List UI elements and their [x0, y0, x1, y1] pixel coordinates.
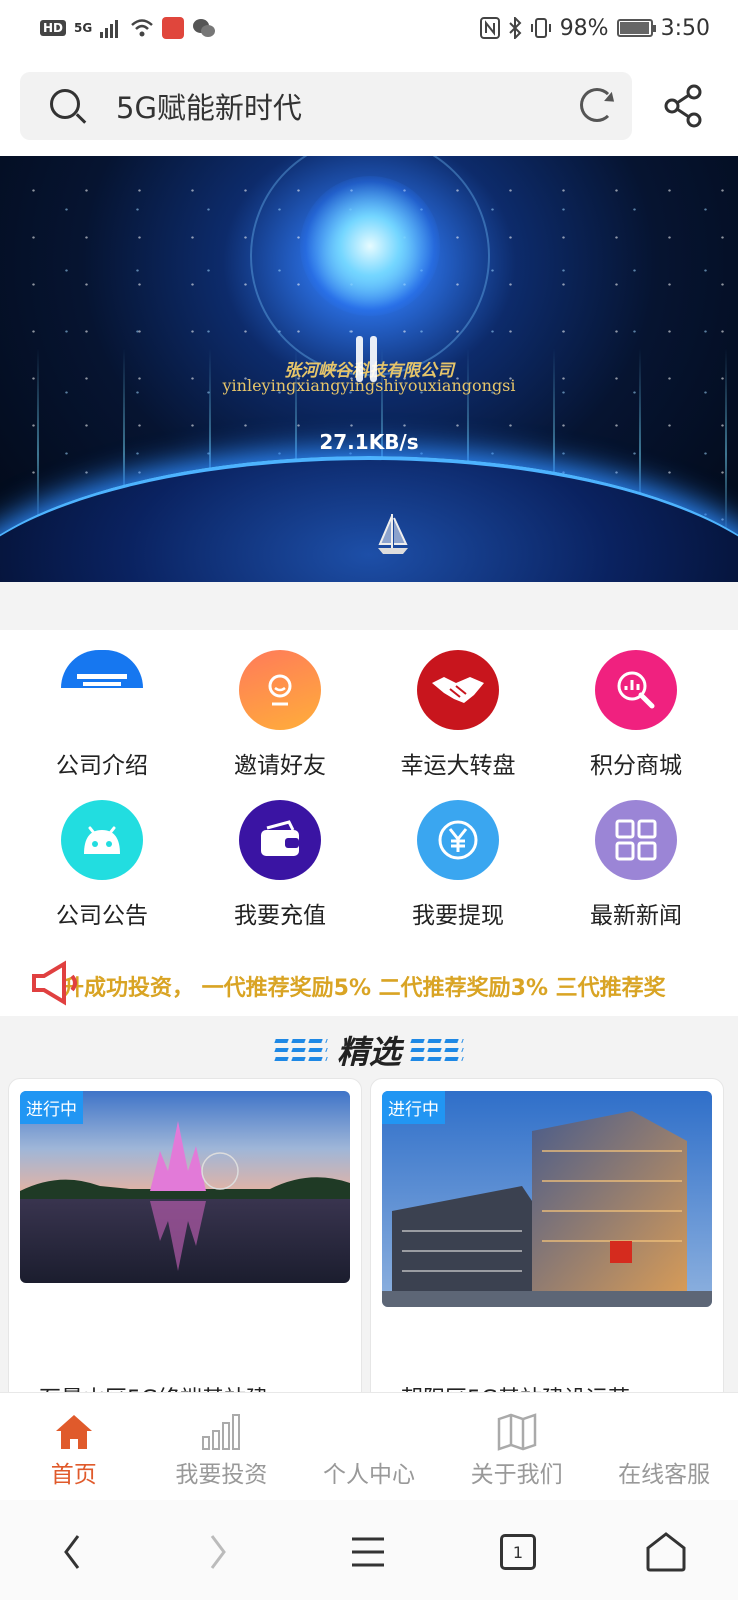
news-grid-icon [595, 800, 677, 880]
tab-label: 关于我们 [470, 1462, 563, 1488]
vibrate-icon [530, 18, 551, 38]
feature-grid: 公司介绍 邀请好友 幸运大转盘 积分商城 公司公告 我要充值 我要提现 最新新闻 [0, 630, 738, 960]
signal-icon [100, 20, 119, 38]
app-notification-icon [162, 17, 185, 39]
points-mall-icon [595, 650, 677, 730]
chevron-left-icon [64, 1535, 80, 1569]
browser-nav-bar: 1 [0, 1500, 738, 1600]
invite-friends-icon [239, 650, 321, 730]
bottom-tab-bar: 首页 我要投资 个人中心 关于我们 在线客服 [0, 1392, 738, 1500]
tab-label: 首页 [50, 1462, 97, 1488]
notice-marquee[interactable]: 升成功投资， 一代推荐奖励5% 二代推荐奖励3% 三代推荐奖 [0, 958, 738, 1016]
search-input[interactable]: 5G赋能新时代 [116, 85, 302, 127]
bluetooth-icon [508, 17, 522, 39]
refresh-icon[interactable] [580, 88, 614, 122]
featured-title: 精选 [336, 1033, 401, 1071]
share-icon[interactable] [664, 84, 704, 128]
map-book-icon [497, 1413, 536, 1451]
hd-badge: HD [40, 20, 67, 36]
tab-home[interactable]: 首页 [0, 1393, 148, 1501]
tab-label: 个人中心 [322, 1462, 415, 1488]
menu-icon [352, 1537, 384, 1567]
network-type: 5G [74, 21, 93, 35]
yuan-icon [417, 800, 499, 880]
status-left: HD 5G [40, 17, 216, 39]
menu-button[interactable] [338, 1524, 398, 1580]
grid-label: 我要提现 [412, 903, 504, 929]
grid-item-points-mall[interactable]: 积分商城 [544, 630, 728, 780]
grid-item-withdraw[interactable]: 我要提现 [366, 780, 550, 930]
grid-item-company-notice[interactable]: 公司公告 [10, 780, 194, 930]
banner-video[interactable]: 张河峡谷科技有限公司 yinleyingxiangyingshiyouxiang… [0, 156, 738, 582]
grid-item-recharge[interactable]: 我要充值 [188, 780, 372, 930]
status-right: 98% 3:50 [479, 15, 710, 41]
project-image: 进行中 [20, 1091, 350, 1283]
title-deco-left [274, 1039, 328, 1061]
bar-chart-icon [202, 1414, 241, 1450]
back-button[interactable] [42, 1524, 102, 1580]
grid-label: 积分商城 [590, 753, 682, 779]
home-button[interactable] [636, 1524, 696, 1580]
tab-support[interactable]: 在线客服 [590, 1393, 738, 1501]
section-gap [0, 582, 738, 630]
title-deco-right [410, 1039, 464, 1061]
project-image: 进行中 [382, 1091, 712, 1307]
project-card[interactable]: 进行中 朝阳区5G基站建设运营 [370, 1078, 724, 1408]
grid-label: 最新新闻 [590, 903, 682, 929]
notice-text: 升成功投资， 一代推荐奖励5% 二代推荐奖励3% 三代推荐奖 [62, 976, 666, 1001]
home-outline-icon [646, 1532, 686, 1572]
project-card[interactable]: 进行中 石景山区5G终端基站建 [8, 1078, 362, 1408]
wifi-icon [131, 19, 154, 37]
buffer-speed: 27.1KB/s [319, 430, 419, 454]
wallet-icon [239, 800, 321, 880]
speaker-icon [32, 960, 77, 1006]
home-icon [55, 1415, 92, 1449]
tabs-button[interactable]: 1 [488, 1524, 548, 1580]
grid-label: 我要充值 [234, 903, 326, 929]
grid-item-latest-news[interactable]: 最新新闻 [544, 780, 728, 930]
grid-item-lucky-wheel[interactable]: 幸运大转盘 [366, 630, 550, 780]
search-bar[interactable]: 5G赋能新时代 [20, 72, 632, 140]
grid-label: 公司公告 [56, 903, 148, 929]
ship-icon [378, 514, 408, 554]
chevron-right-icon [210, 1535, 226, 1569]
tab-about[interactable]: 关于我们 [443, 1393, 591, 1501]
grid-label: 公司介绍 [56, 753, 148, 779]
tab-label: 在线客服 [618, 1462, 711, 1488]
status-bar: HD 5G 98% 3:50 [0, 0, 738, 56]
loading-spinner-icon [342, 326, 392, 390]
tabs-icon: 1 [500, 1534, 536, 1570]
clock: 3:50 [660, 15, 710, 41]
status-badge: 进行中 [382, 1091, 445, 1124]
forward-button[interactable] [188, 1524, 248, 1580]
grid-item-company-intro[interactable]: 公司介绍 [10, 630, 194, 780]
wechat-icon [193, 19, 216, 37]
tab-profile[interactable]: 个人中心 [295, 1393, 443, 1501]
tab-invest[interactable]: 我要投资 [148, 1393, 296, 1501]
battery-fill [619, 22, 649, 34]
grid-label: 幸运大转盘 [400, 753, 516, 779]
status-badge: 进行中 [20, 1091, 83, 1124]
handshake-icon [417, 650, 499, 730]
android-icon [61, 800, 143, 880]
battery-icon [616, 19, 656, 37]
grid-label: 邀请好友 [234, 753, 326, 779]
tab-count: 1 [512, 1542, 524, 1562]
search-icon[interactable] [50, 89, 80, 119]
battery-percent: 98% [559, 15, 609, 41]
nfc-icon [479, 17, 500, 39]
tab-label: 我要投资 [175, 1462, 268, 1488]
company-intro-icon [61, 650, 143, 688]
featured-header: 精选 [0, 1022, 738, 1078]
banner-energy-orb [300, 176, 440, 316]
grid-item-invite-friends[interactable]: 邀请好友 [188, 630, 372, 780]
